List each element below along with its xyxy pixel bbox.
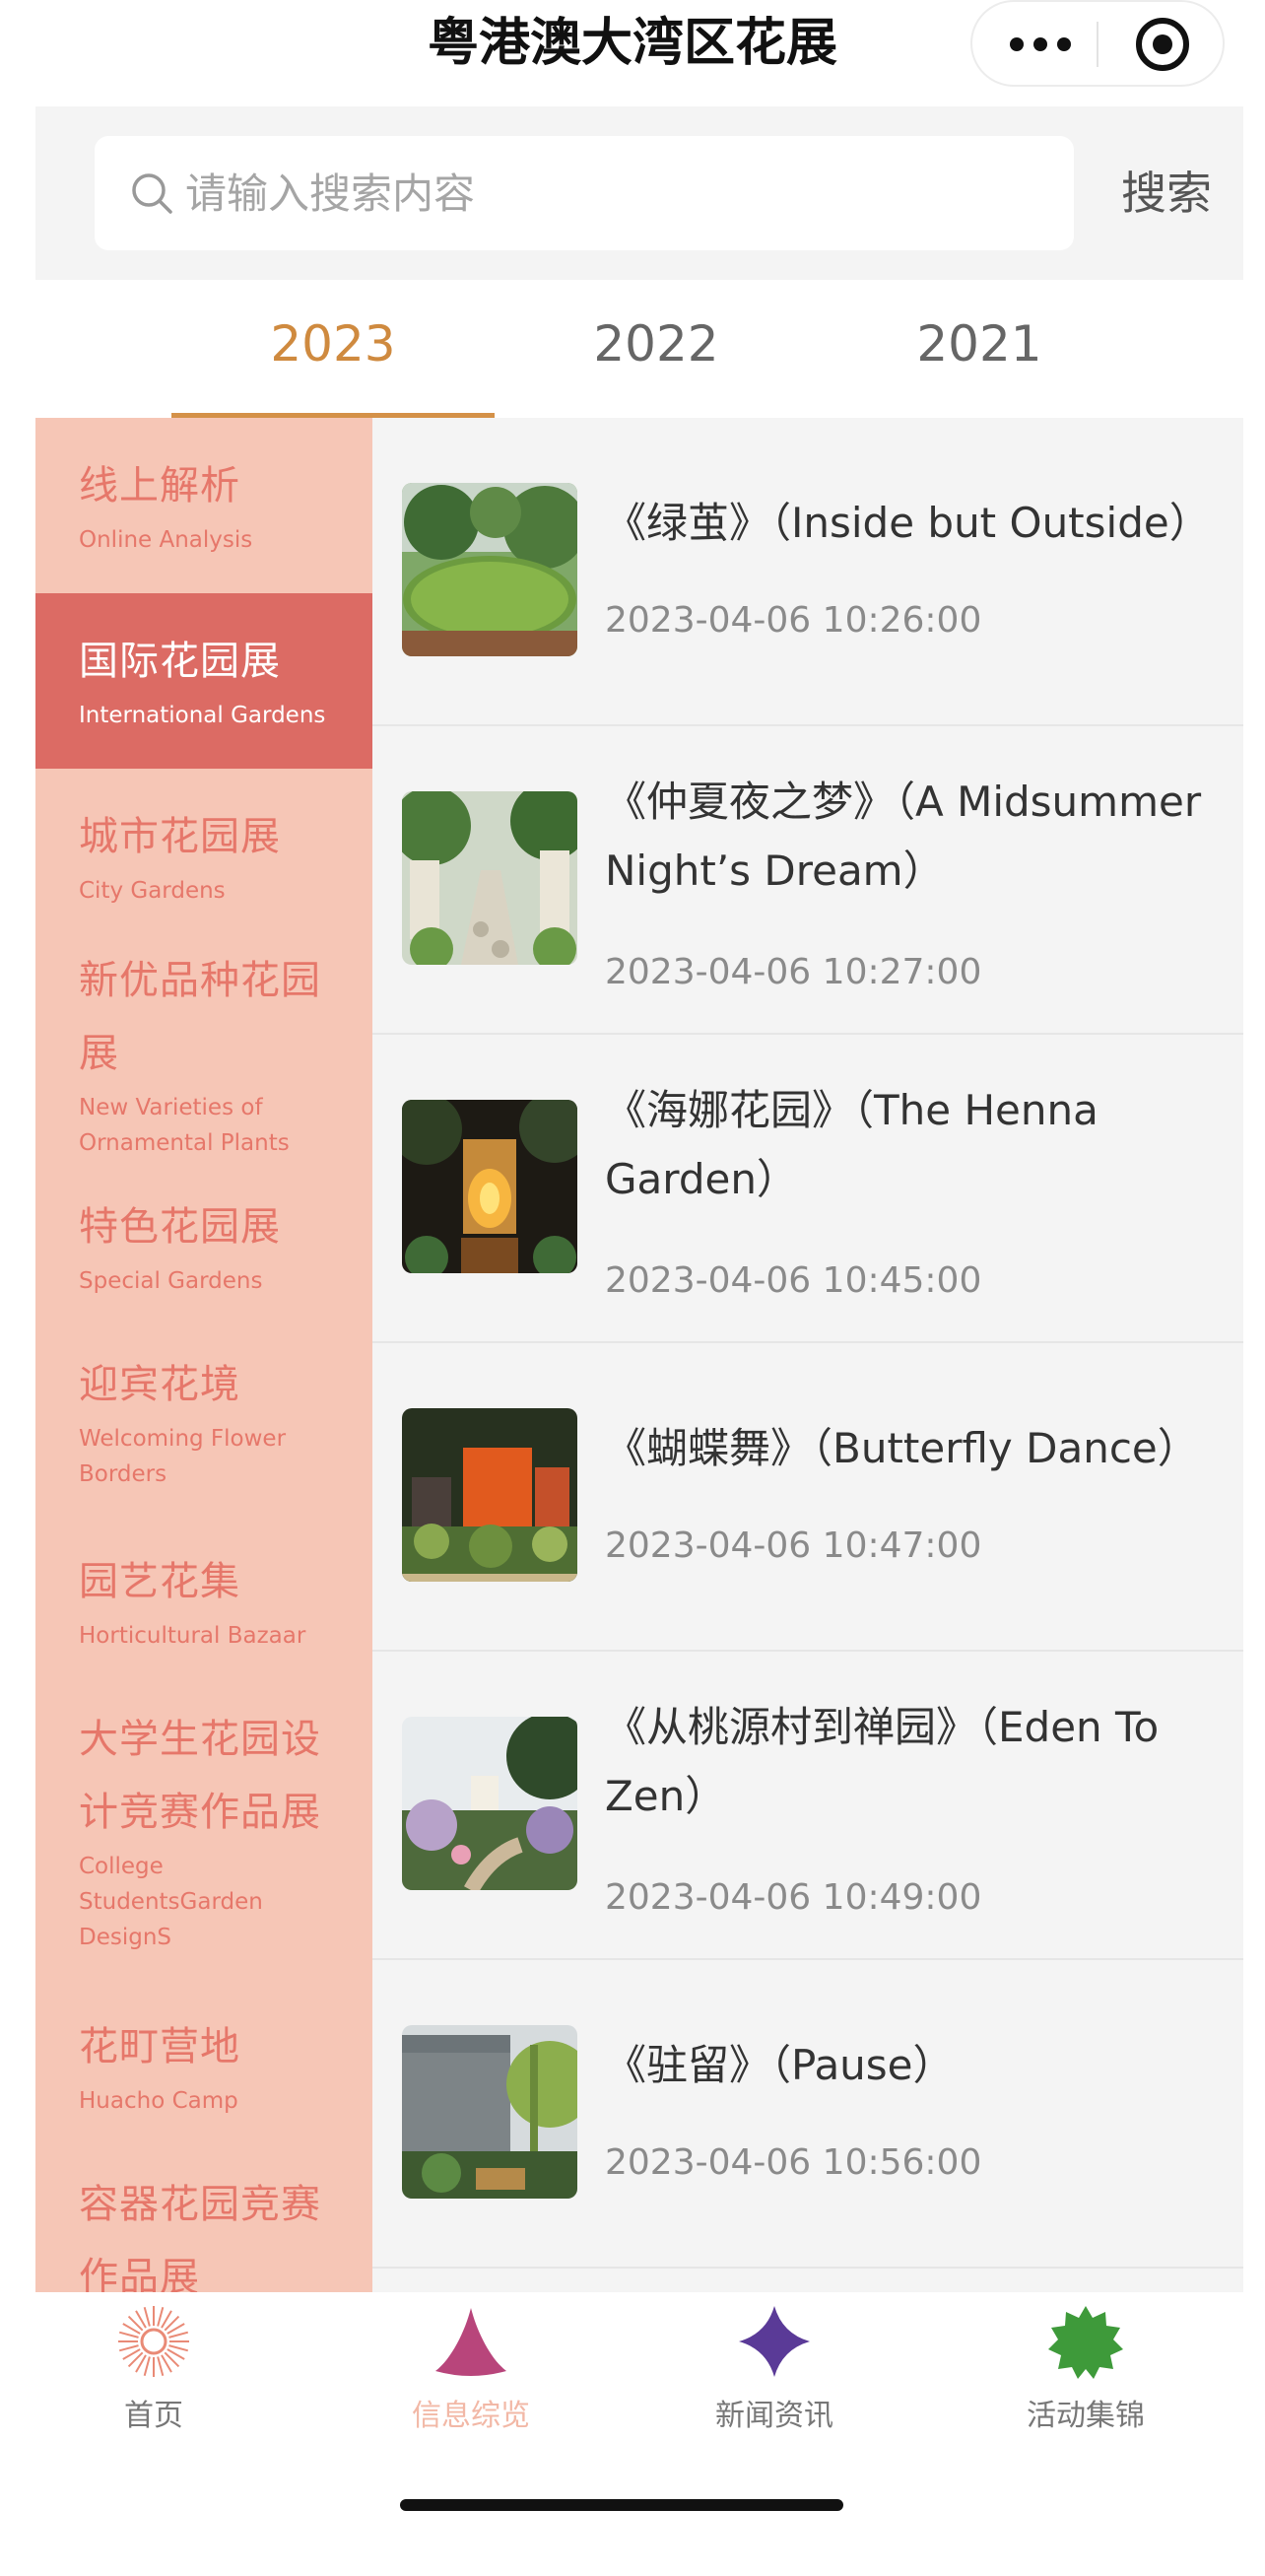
sidebar-item-en-label: Online Analysis: [79, 527, 253, 553]
sidebar-item-en-label: International Gardens: [79, 703, 326, 728]
list-item[interactable]: 《海娜花园》（The Henna Garden） 2023-04-06 10:4…: [372, 1035, 1243, 1343]
tab-info-overview[interactable]: 信息综览: [372, 2302, 569, 2450]
year-tabs: 2023 2022 2021: [35, 280, 1243, 418]
thumbnail-image: [402, 1100, 577, 1273]
tab-label: 信息综览: [412, 2399, 530, 2433]
sidebar-item-cn-label: 国际花园展: [79, 639, 281, 684]
tab-year-2021[interactable]: 2021: [818, 280, 1141, 418]
tab-news[interactable]: 新闻资讯: [676, 2302, 873, 2450]
home-indicator: [400, 2499, 843, 2511]
cone-icon: [435, 2308, 506, 2376]
list-item[interactable]: 《从桃源村到禅园》（Eden To Zen） 2023-04-06 10:49:…: [372, 1652, 1243, 1960]
more-icon[interactable]: [1010, 22, 1081, 65]
badge-icon: [1048, 2306, 1123, 2379]
thumbnail-image: [402, 1717, 577, 1890]
sidebar-item-cn-label: 容器花园竞赛作品展: [79, 2182, 321, 2292]
sidebar-item-cn-label: 城市花园展: [79, 814, 281, 859]
thumbnail-image: [402, 483, 577, 656]
sidebar-item-en-label: Special Gardens: [79, 1268, 263, 1294]
article-title: 《驻留》（Pause）: [605, 2041, 955, 2089]
thumbnail-image: [402, 2025, 577, 2199]
article-date: 2023-04-06 10:47:00: [605, 1525, 982, 1566]
sidebar-item-cn-label: 园艺花集: [79, 1559, 240, 1604]
thumbnail-image: [402, 791, 577, 965]
list-item[interactable]: 《绿茧》（Inside but Outside） 2023-04-06 10:2…: [372, 418, 1243, 726]
article-title: 《仲夏夜之梦》（A Midsummer Night’s Dream）: [605, 778, 1202, 895]
star-icon: [739, 2306, 810, 2377]
sidebar-item-cn-label: 特色花园展: [79, 1204, 281, 1250]
tab-events[interactable]: 活动集锦: [987, 2302, 1184, 2450]
thumbnail-image: [402, 1408, 577, 1582]
sidebar-item-en-label: New Varieties of Ornamental Plants: [79, 1095, 290, 1156]
sidebar-item-huacho-camp[interactable]: 花町营地 Huacho Camp: [35, 1997, 372, 2154]
search-box[interactable]: [95, 136, 1074, 250]
capsule-divider: [1097, 22, 1099, 67]
sidebar-item-online-analysis[interactable]: 线上解析 Online Analysis: [35, 418, 372, 593]
sidebar-item-college-garden-design[interactable]: 大学生花园设计竞赛作品展 College StudentsGarden Desi…: [35, 1689, 372, 1997]
tab-label: 新闻资讯: [715, 2399, 833, 2433]
list-item[interactable]: 《驻留》（Pause） 2023-04-06 10:56:00: [372, 1960, 1243, 2269]
article-date: 2023-04-06 10:56:00: [605, 2142, 982, 2183]
sidebar-item-en-label: College StudentsGarden DesignS: [79, 1854, 263, 1950]
search-icon: [132, 173, 172, 214]
article-title: 《绿茧》（Inside but Outside）: [605, 499, 1211, 547]
article-list: 《绿茧》（Inside but Outside） 2023-04-06 10:2…: [372, 418, 1243, 2292]
sidebar-item-cn-label: 大学生花园设计竞赛作品展: [79, 1717, 321, 1835]
sidebar-item-new-varieties[interactable]: 新优品种花园展 New Varieties of Ornamental Plan…: [35, 930, 372, 1177]
search-input[interactable]: [185, 136, 1052, 250]
article-date: 2023-04-06 10:26:00: [605, 600, 982, 641]
category-sidebar: 线上解析 Online Analysis 国际花园展 International…: [35, 418, 372, 2292]
sidebar-item-en-label: Horticultural Bazaar: [79, 1623, 306, 1649]
close-target-icon[interactable]: [1136, 18, 1189, 71]
sidebar-item-cn-label: 新优品种花园展: [79, 958, 321, 1076]
tab-home[interactable]: 首页: [55, 2302, 252, 2450]
article-title: 《海娜花园》（The Henna Garden）: [605, 1086, 1099, 1203]
search-button[interactable]: 搜索: [1098, 136, 1235, 250]
sidebar-item-en-label: City Gardens: [79, 878, 226, 904]
sidebar-item-container-gardens[interactable]: 容器花园竞赛作品展: [35, 2154, 372, 2292]
tab-year-2023[interactable]: 2023: [171, 280, 495, 418]
article-title: 《从桃源村到禅园》（Eden To Zen）: [605, 1703, 1160, 1820]
tab-label: 首页: [124, 2399, 183, 2433]
sidebar-item-cn-label: 线上解析: [79, 463, 240, 508]
tab-label: 活动集锦: [1027, 2399, 1145, 2433]
sidebar-item-en-label: Welcoming Flower Borders: [79, 1426, 287, 1487]
list-item[interactable]: 《蝴蝶舞》（Butterfly Dance） 2023-04-06 10:47:…: [372, 1343, 1243, 1652]
article-date: 2023-04-06 10:49:00: [605, 1877, 982, 1918]
sun-icon: [118, 2306, 189, 2377]
sidebar-item-city-gardens[interactable]: 城市花园展 City Gardens: [35, 769, 372, 930]
sidebar-item-welcoming-flower-borders[interactable]: 迎宾花境 Welcoming Flower Borders: [35, 1334, 372, 1531]
sidebar-item-international-gardens[interactable]: 国际花园展 International Gardens: [35, 593, 372, 769]
tab-year-2022[interactable]: 2022: [495, 280, 818, 418]
search-bar: 搜索: [35, 106, 1243, 280]
sidebar-item-horticultural-bazaar[interactable]: 园艺花集 Horticultural Bazaar: [35, 1531, 372, 1689]
sidebar-item-special-gardens[interactable]: 特色花园展 Special Gardens: [35, 1177, 372, 1334]
article-date: 2023-04-06 10:27:00: [605, 952, 982, 992]
sidebar-item-cn-label: 迎宾花境: [79, 1362, 240, 1407]
article-date: 2023-04-06 10:45:00: [605, 1260, 982, 1301]
article-title: 《蝴蝶舞》（Butterfly Dance）: [605, 1424, 1199, 1472]
nav-header: 粤港澳大湾区花展: [0, 0, 1265, 106]
mini-program-capsule: [970, 0, 1225, 87]
sidebar-item-en-label: Huacho Camp: [79, 2088, 238, 2114]
bottom-tab-bar: 首页 信息综览 新闻资讯 活动集锦: [0, 2292, 1265, 2576]
sidebar-item-cn-label: 花町营地: [79, 2024, 240, 2069]
list-item[interactable]: 《仲夏夜之梦》（A Midsummer Night’s Dream） 2023-…: [372, 726, 1243, 1035]
